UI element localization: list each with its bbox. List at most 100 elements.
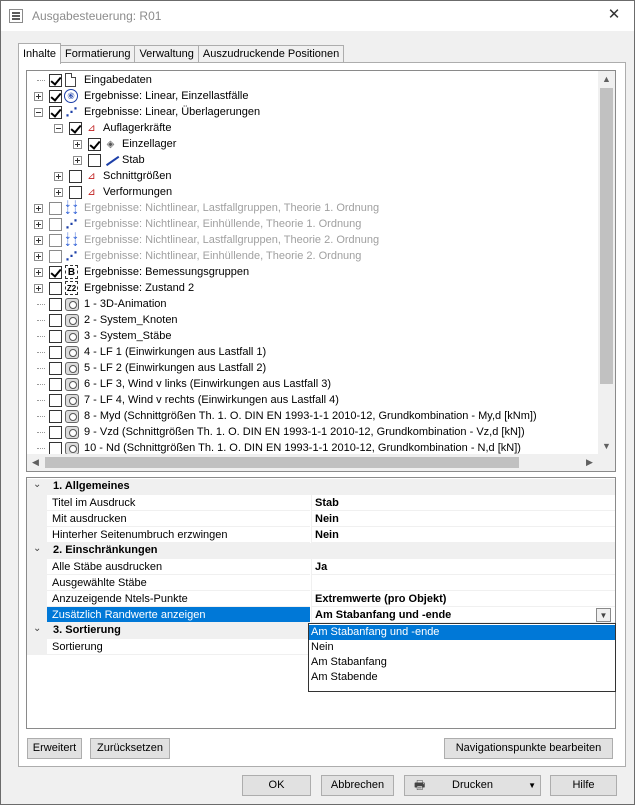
expand-icon[interactable] [34, 204, 43, 213]
tree-item-linear-ueberlagerungen[interactable]: ⋰ Ergebnisse: Linear, Überlagerungen [27, 104, 607, 120]
tree-item-zustand-2[interactable]: Z2 Ergebnisse: Zustand 2 [27, 280, 607, 296]
tree-item-schnittgroessen[interactable]: ⊿ Schnittgrößen [27, 168, 607, 184]
abbrechen-button[interactable]: Abbrechen [321, 775, 394, 796]
expand-icon[interactable] [73, 156, 82, 165]
tree-item-nl-env-th1[interactable]: ⋰ Ergebnisse: Nichtlinear, Einhüllende, … [27, 216, 607, 232]
checkbox-stab[interactable] [88, 154, 101, 167]
checkbox-eingabedaten[interactable] [49, 74, 62, 87]
checkbox-view-7[interactable] [49, 394, 62, 407]
tree-item-verformungen[interactable]: ⊿ Verformungen [27, 184, 607, 200]
tree-item-view-1[interactable]: 1 - 3D-Animation [27, 296, 607, 312]
prop-ausgewaehlte-staebe[interactable]: Ausgewählte Stäbe [27, 575, 615, 591]
checkbox-einzellager[interactable] [88, 138, 101, 151]
dropdown-option[interactable]: Am Stabanfang [309, 655, 615, 670]
randwerte-dropdown-list[interactable]: Am Stabanfang und -ende Nein Am Stabanfa… [308, 623, 616, 692]
expand-icon[interactable] [34, 268, 43, 277]
checkbox-nl-lfg-th1[interactable] [49, 202, 62, 215]
tab-inhalte[interactable]: Inhalte [18, 43, 62, 64]
collapse-chevron-icon[interactable]: ⌄ [33, 623, 41, 634]
erweitert-button[interactable]: Erweitert [27, 738, 82, 759]
collapse-icon[interactable] [34, 108, 43, 117]
checkbox-schnittgroessen[interactable] [69, 170, 82, 183]
scroll-thumb[interactable] [45, 457, 519, 468]
navigationspunkte-button[interactable]: Navigationspunkte bearbeiten [444, 738, 613, 759]
checkbox-view-4[interactable] [49, 346, 62, 359]
tree-vertical-scrollbar[interactable]: ▲ ▼ [598, 71, 615, 455]
tree-item-nl-env-th2[interactable]: ⋰ Ergebnisse: Nichtlinear, Einhüllende, … [27, 248, 607, 264]
tree-item-nl-lfg-th1[interactable]: ⇣⇣ ⇣⇣ Ergebnisse: Nichtlinear, Lastfallgr… [27, 200, 607, 216]
prop-value[interactable]: Stab [311, 495, 615, 511]
close-icon[interactable]: ✕ [600, 4, 628, 26]
prop-value-select[interactable]: Am Stabanfang und -ende [311, 607, 615, 623]
tree-item-einzellager[interactable]: ◈ Einzellager [27, 136, 607, 152]
checkbox-nl-lfg-th2[interactable] [49, 234, 62, 247]
tree-item-view-4[interactable]: 4 - LF 1 (Einwirkungen aus Lastfall 1) [27, 344, 607, 360]
scroll-right-icon[interactable]: ▶ [581, 454, 598, 471]
checkbox-zustand-2[interactable] [49, 282, 62, 295]
tree-item-view-5[interactable]: 5 - LF 2 (Einwirkungen aus Lastfall 2) [27, 360, 607, 376]
expand-icon[interactable] [73, 140, 82, 149]
output-tree[interactable]: Eingabedaten ⑥ Ergebnisse: Linear, Einze… [26, 70, 616, 472]
scroll-up-icon[interactable]: ▲ [598, 71, 615, 88]
category-allgemeines[interactable]: ⌄ 1. Allgemeines [27, 479, 615, 495]
expand-icon[interactable] [34, 220, 43, 229]
tree-horizontal-scrollbar[interactable]: ◀ ▶ [27, 454, 615, 471]
expand-icon[interactable] [34, 284, 43, 293]
checkbox-view-9[interactable] [49, 426, 62, 439]
checkbox-view-1[interactable] [49, 298, 62, 311]
hilfe-button[interactable]: Hilfe [550, 775, 617, 796]
expand-icon[interactable] [34, 252, 43, 261]
collapse-chevron-icon[interactable]: ⌄ [33, 479, 41, 490]
prop-value[interactable]: Ja [311, 559, 615, 575]
scroll-down-icon[interactable]: ▼ [598, 438, 615, 455]
checkbox-nl-env-th1[interactable] [49, 218, 62, 231]
zuruecksetzen-button[interactable]: Zurücksetzen [90, 738, 170, 759]
prop-value[interactable] [311, 575, 615, 591]
prop-value[interactable]: Nein [311, 511, 615, 527]
tree-item-view-7[interactable]: 7 - LF 4, Wind v rechts (Einwirkungen au… [27, 392, 607, 408]
checkbox-verformungen[interactable] [69, 186, 82, 199]
tree-item-view-9[interactable]: 9 - Vzd (Schnittgrößen Th. 1. O. DIN EN … [27, 424, 607, 440]
dropdown-option[interactable]: Nein [309, 640, 615, 655]
prop-randwerte[interactable]: Zusätzlich Randwerte anzeigen Am Stabanf… [27, 607, 615, 623]
tree-item-nl-lfg-th2[interactable]: ⇣⇣ ⇣⇣ Ergebnisse: Nichtlinear, Lastfallgr… [27, 232, 607, 248]
tree-item-eingabedaten[interactable]: Eingabedaten [27, 72, 607, 88]
tree-item-auflagerkraefte[interactable]: ⊿ Auflagerkräfte [27, 120, 607, 136]
checkbox-view-8[interactable] [49, 410, 62, 423]
checkbox-bemessungsgruppen[interactable] [49, 266, 62, 279]
prop-seitenumbruch[interactable]: Hinterher Seitenumbruch erzwingen Nein [27, 527, 615, 543]
collapse-chevron-icon[interactable]: ⌄ [33, 543, 41, 554]
checkbox-view-5[interactable] [49, 362, 62, 375]
tree-item-view-3[interactable]: 3 - System_Stäbe [27, 328, 607, 344]
checkbox-view-6[interactable] [49, 378, 62, 391]
checkbox-linear-ueberlagerungen[interactable] [49, 106, 62, 119]
chevron-down-icon[interactable]: ▼ [528, 776, 536, 795]
chevron-down-icon[interactable]: ▼ [596, 608, 611, 622]
tree-item-view-8[interactable]: 8 - Myd (Schnittgrößen Th. 1. O. DIN EN … [27, 408, 607, 424]
ok-button[interactable]: OK [242, 775, 311, 796]
prop-value[interactable]: Extremwerte (pro Objekt) [311, 591, 615, 607]
dropdown-option[interactable]: Am Stabanfang und -ende [309, 625, 615, 640]
prop-ntels-punkte[interactable]: Anzuzeigende Ntels-Punkte Extremwerte (p… [27, 591, 615, 607]
checkbox-nl-env-th2[interactable] [49, 250, 62, 263]
collapse-icon[interactable] [54, 124, 63, 133]
category-einschraenkungen[interactable]: ⌄ 2. Einschränkungen [27, 543, 615, 559]
prop-alle-staebe[interactable]: Alle Stäbe ausdrucken Ja [27, 559, 615, 575]
scroll-thumb[interactable] [600, 88, 613, 384]
drucken-button[interactable]: 🖶 Drucken ▼ [404, 775, 541, 796]
expand-icon[interactable] [54, 188, 63, 197]
checkbox-view-2[interactable] [49, 314, 62, 327]
prop-mit-ausdrucken[interactable]: Mit ausdrucken Nein [27, 511, 615, 527]
expand-icon[interactable] [34, 236, 43, 245]
tree-item-linear-einzellastfaelle[interactable]: ⑥ Ergebnisse: Linear, Einzellastfälle [27, 88, 607, 104]
prop-value[interactable]: Nein [311, 527, 615, 543]
tree-item-bemessungsgruppen[interactable]: B Ergebnisse: Bemessungsgruppen [27, 264, 607, 280]
scroll-left-icon[interactable]: ◀ [27, 454, 44, 471]
tree-item-view-2[interactable]: 2 - System_Knoten [27, 312, 607, 328]
prop-titel-im-ausdruck[interactable]: Titel im Ausdruck Stab [27, 495, 615, 511]
checkbox-auflagerkraefte[interactable] [69, 122, 82, 135]
dropdown-option[interactable]: Am Stabende [309, 670, 615, 685]
expand-icon[interactable] [54, 172, 63, 181]
expand-icon[interactable] [34, 92, 43, 101]
tree-item-view-6[interactable]: 6 - LF 3, Wind v links (Einwirkungen aus… [27, 376, 607, 392]
